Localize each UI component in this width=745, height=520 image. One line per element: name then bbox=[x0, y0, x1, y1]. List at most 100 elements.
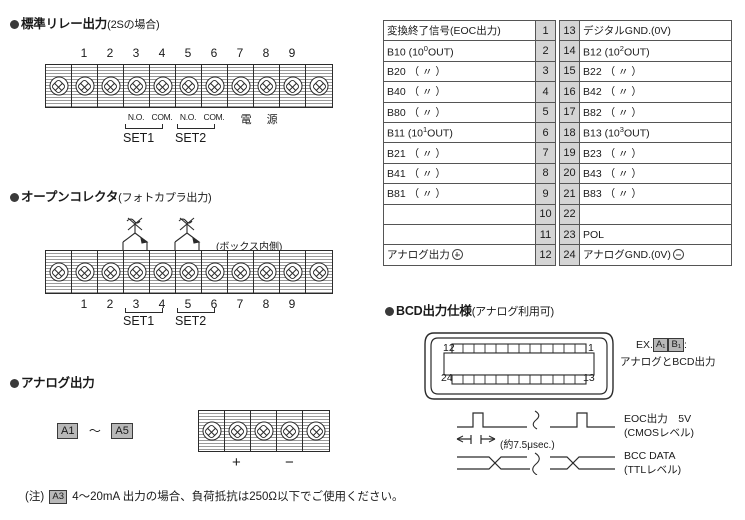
open-collector-section-heading: オープンコレクタ(フォトカプラ出力) bbox=[10, 186, 212, 205]
relay-set1-label: SET1 bbox=[123, 131, 155, 145]
plus-terminal-icon bbox=[451, 249, 463, 261]
pin-number-right: 17 bbox=[559, 101, 580, 123]
pin-number-right: 20 bbox=[559, 162, 580, 185]
relay-section-heading: 標準リレー出力(2Sの場合) bbox=[10, 13, 160, 32]
terminal-screw bbox=[176, 251, 202, 293]
analog-badge-to: A5 bbox=[111, 423, 133, 439]
terminal-number-6: 6 bbox=[210, 46, 218, 60]
ex-prefix: EX. bbox=[636, 339, 653, 351]
footnote-badge: A3 bbox=[49, 490, 67, 504]
relay-set2-label: SET2 bbox=[175, 131, 207, 145]
bcd-pin-1-label: 1 bbox=[588, 342, 594, 354]
relay-power-label-1: 電 bbox=[240, 114, 252, 126]
screw-head-icon bbox=[49, 262, 68, 282]
bcd-heading-sub: (アナログ利用可) bbox=[471, 306, 555, 318]
pin-label-right: B43 （ 〃 ） bbox=[579, 162, 732, 185]
minus-terminal-icon bbox=[672, 249, 684, 261]
analog-section-heading: アナログ出力 bbox=[10, 372, 95, 391]
pin-label-right: B83 （ 〃 ） bbox=[579, 183, 732, 205]
pin-assignment-table: 変換終了信号(EOC出力) 1 13 デジタルGND.(0V) B10 (100OUT)… bbox=[383, 19, 732, 266]
pin-label-left: B21 （ 〃 ） bbox=[383, 142, 536, 164]
table-row: B21 （ 〃 ） 7 19 B23 （ 〃 ） bbox=[383, 142, 732, 164]
terminal-screw bbox=[254, 251, 280, 293]
cross-slot-icon bbox=[154, 78, 171, 94]
terminal-screw bbox=[277, 411, 303, 451]
cross-slot-icon bbox=[180, 264, 197, 280]
terminal-screw bbox=[150, 251, 176, 293]
screw-head-icon bbox=[283, 76, 302, 96]
screw-head-icon bbox=[205, 76, 224, 96]
bcd-pin-12-label: 12 bbox=[443, 342, 455, 354]
pin-label-left: B80 （ 〃 ） bbox=[383, 101, 536, 123]
screw-head-icon bbox=[202, 421, 221, 441]
terminal-number-3: 3 bbox=[132, 46, 140, 60]
relay-sublabel: COM. bbox=[203, 112, 225, 122]
bcd-connector-icon bbox=[424, 332, 614, 400]
cross-slot-icon bbox=[50, 78, 67, 94]
cross-slot-icon bbox=[308, 423, 324, 439]
bullet-icon bbox=[10, 379, 19, 388]
analog-range-tilde: ～ bbox=[88, 424, 101, 438]
pin-label-left: アナログ出力 bbox=[383, 244, 536, 266]
bcd-heading-text: BCD出力仕様 bbox=[396, 304, 472, 318]
pin-number-right: 18 bbox=[559, 121, 580, 144]
bcd-ex-text: アナログとBCD出力 bbox=[620, 356, 716, 368]
cross-slot-icon bbox=[206, 264, 223, 280]
terminal-screw bbox=[225, 411, 251, 451]
terminal-screw bbox=[72, 65, 98, 107]
terminal-screw bbox=[254, 65, 280, 107]
pin-number-right: 24 bbox=[559, 244, 580, 266]
relay-heading-sub: (2Sの場合) bbox=[107, 19, 160, 31]
terminal-screw bbox=[306, 65, 332, 107]
cross-slot-icon bbox=[128, 78, 145, 94]
screw-head-icon bbox=[280, 421, 299, 441]
table-row: B41 （ 〃 ） 8 20 B43 （ 〃 ） bbox=[383, 162, 732, 185]
pin-label-left: B10 (100OUT) bbox=[383, 40, 536, 62]
cross-slot-icon bbox=[311, 264, 327, 280]
cross-slot-icon bbox=[232, 264, 249, 280]
pin-number-right: 16 bbox=[559, 81, 580, 103]
terminal-screw bbox=[98, 65, 124, 107]
table-row: B10 (100OUT) 2 14 B12 (102OUT) bbox=[383, 40, 732, 62]
eoc-output-label-1: EOC出力 5V bbox=[624, 413, 692, 425]
relay-terminal-block bbox=[45, 64, 333, 108]
cross-slot-icon bbox=[255, 423, 272, 439]
cross-slot-icon bbox=[229, 423, 246, 439]
bullet-icon bbox=[10, 20, 19, 29]
pin-label-right: アナログGND.(0V) bbox=[579, 244, 732, 266]
cross-slot-icon bbox=[311, 78, 327, 94]
cross-slot-icon bbox=[232, 78, 249, 94]
terminal-screw bbox=[124, 251, 150, 293]
pin-number-left: 4 bbox=[535, 81, 556, 103]
pin-number-left: 5 bbox=[535, 101, 556, 123]
cross-slot-icon bbox=[284, 264, 301, 280]
table-row: アナログ出力 12 24 アナログGND.(0V) bbox=[383, 244, 732, 266]
screw-head-icon bbox=[309, 262, 329, 282]
terminal-screw bbox=[251, 411, 277, 451]
cross-slot-icon bbox=[284, 78, 301, 94]
screw-head-icon bbox=[254, 421, 273, 441]
screw-head-icon bbox=[75, 76, 94, 96]
screw-head-icon bbox=[231, 262, 250, 282]
pin-label-right: B23 （ 〃 ） bbox=[579, 142, 732, 164]
terminal-number-1: 1 bbox=[80, 297, 88, 311]
terminal-screw bbox=[280, 65, 306, 107]
pin-label-left bbox=[383, 203, 536, 225]
ex-badge-a: A₁ bbox=[652, 338, 669, 352]
terminal-screw bbox=[176, 65, 202, 107]
terminal-number-2: 2 bbox=[106, 297, 114, 311]
pin-number-right: 15 bbox=[559, 60, 580, 83]
screw-head-icon bbox=[257, 262, 276, 282]
cross-slot-icon bbox=[281, 423, 298, 439]
pin-label-left: B20 （ 〃 ） bbox=[383, 60, 536, 83]
pin-label-left bbox=[383, 223, 536, 246]
cross-slot-icon bbox=[258, 78, 275, 94]
analog-range-badges: A1 ～ A5 bbox=[57, 422, 133, 440]
pin-number-left: 3 bbox=[535, 60, 556, 83]
relay-power-label-2: 源 bbox=[266, 114, 278, 126]
screw-head-icon bbox=[75, 262, 94, 282]
pin-label-right: B13 (103OUT) bbox=[579, 121, 732, 144]
screw-head-icon bbox=[153, 76, 172, 96]
analog-plus-label: + bbox=[232, 454, 241, 471]
bcd-pin-13-label: 13 bbox=[583, 372, 595, 384]
